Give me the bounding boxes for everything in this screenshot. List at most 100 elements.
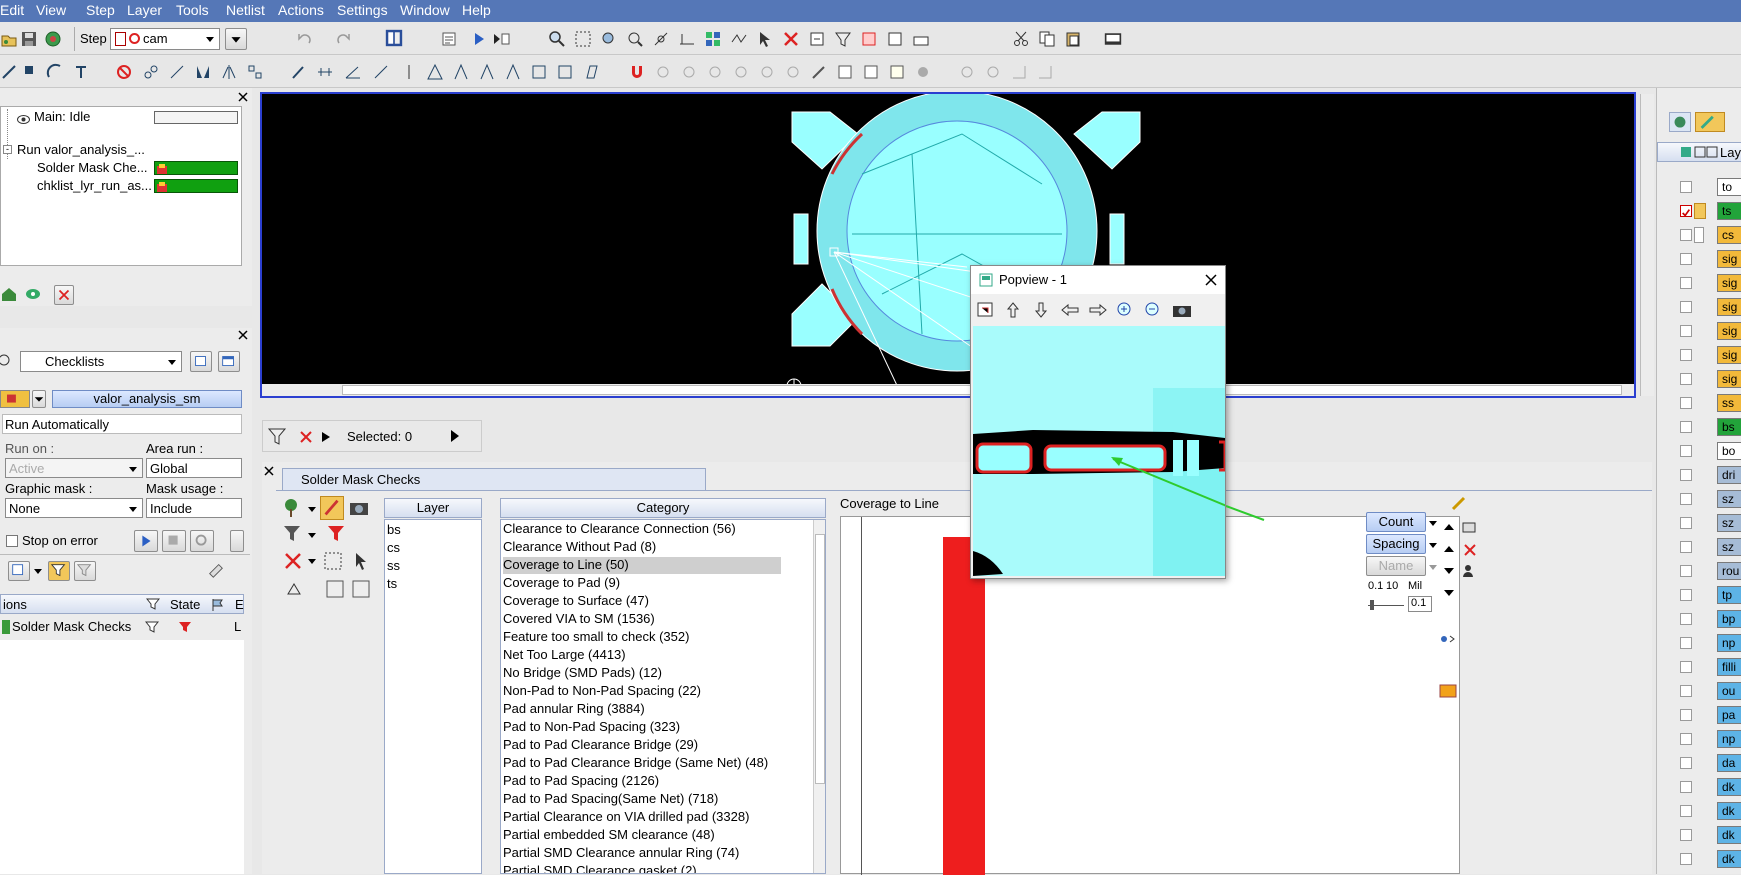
layer-row[interactable]: ts (387, 576, 397, 592)
stop-on-error-checkbox[interactable] (6, 535, 18, 547)
report-icon[interactable] (440, 30, 458, 48)
filter-icon[interactable] (145, 598, 161, 612)
category-row[interactable]: Clearance to Clearance Connection (56) (503, 521, 736, 537)
snap-mid-icon[interactable] (732, 63, 750, 81)
layer-affected-icon[interactable] (1694, 227, 1704, 243)
pan-right-icon[interactable] (1087, 300, 1109, 320)
category-header[interactable]: Category (500, 498, 826, 518)
note-icon[interactable] (808, 30, 826, 48)
layer-row[interactable]: ss (387, 558, 400, 574)
chevron-down-icon[interactable] (1428, 538, 1438, 552)
close-icon[interactable] (236, 328, 250, 342)
layer-item[interactable]: to (1717, 178, 1741, 196)
run-on-combo[interactable]: Active (5, 458, 143, 478)
up-arrow-icon[interactable] (1442, 542, 1456, 556)
layer-checkbox[interactable] (1680, 349, 1692, 361)
step-combo[interactable]: cam (110, 28, 220, 50)
snap-skeleton-icon[interactable] (784, 63, 802, 81)
pointer-icon[interactable] (350, 550, 374, 572)
tree-icon[interactable] (282, 497, 306, 519)
tag-icon[interactable] (1438, 682, 1458, 700)
snap-icon[interactable] (652, 30, 670, 48)
pan-left-icon[interactable] (1059, 300, 1081, 320)
scissors-icon[interactable] (1012, 30, 1030, 48)
layer-checkbox[interactable] (1680, 589, 1692, 601)
graphic-mask-combo[interactable]: None (5, 498, 143, 518)
layer-item[interactable]: sig (1717, 274, 1741, 292)
mask-usage-field[interactable]: Include (146, 498, 242, 518)
layer-checkbox[interactable] (1680, 733, 1692, 745)
export-icon[interactable] (886, 30, 904, 48)
layer-checkbox[interactable] (1680, 373, 1692, 385)
category-row[interactable]: Feature too small to check (352) (503, 629, 689, 645)
layer-checkbox[interactable] (1680, 397, 1692, 409)
chevron-down-icon[interactable] (307, 528, 317, 542)
save-icon[interactable] (20, 30, 38, 48)
print-icon[interactable] (1460, 518, 1478, 536)
list-run-icon[interactable] (492, 30, 510, 48)
layer-item[interactable]: rou (1717, 562, 1741, 580)
name-button[interactable]: Name (1366, 556, 1426, 576)
snap-grid-icon[interactable] (654, 63, 672, 81)
layer-checkbox[interactable] (1680, 181, 1692, 193)
spacing-button[interactable]: Spacing (1366, 534, 1426, 554)
undo-icon[interactable] (295, 30, 313, 48)
category-row[interactable]: Covered VIA to SM (1536) (503, 611, 655, 627)
highlight-button[interactable] (320, 496, 344, 520)
layer-item[interactable]: dk (1717, 802, 1741, 820)
horizontal-scrollbar[interactable] (262, 384, 1634, 396)
expand-icon[interactable] (448, 422, 462, 450)
category-row[interactable]: Pad to Pad Clearance Bridge (Same Net) (… (503, 755, 768, 771)
globe-icon[interactable] (44, 30, 62, 48)
menu-tools[interactable]: Tools (176, 2, 209, 18)
snap-edge-icon[interactable] (706, 63, 724, 81)
category-row[interactable]: Non-Pad to Non-Pad Spacing (22) (503, 683, 701, 699)
step-menu-button[interactable] (225, 28, 247, 50)
edit-note-icon[interactable] (888, 63, 906, 81)
layer-checkbox[interactable] (1680, 205, 1692, 217)
angle-icon[interactable] (344, 63, 362, 81)
layer-checkbox[interactable] (1680, 709, 1692, 721)
open-job-icon[interactable] (0, 30, 18, 48)
measure-height-icon[interactable] (556, 63, 574, 81)
category-row[interactable]: Pad to Pad Clearance Bridge (29) (503, 737, 698, 753)
layers-tab-icon[interactable] (1669, 112, 1691, 132)
edit-icon[interactable] (324, 578, 348, 600)
layer-row[interactable]: cs (387, 540, 400, 556)
mirror-icon[interactable] (220, 63, 238, 81)
layer-checkbox[interactable] (1680, 757, 1692, 769)
play-icon[interactable] (321, 431, 331, 443)
zoom-fit-icon[interactable] (626, 30, 644, 48)
redo-icon[interactable] (335, 30, 353, 48)
collapse-icon[interactable]: - (3, 145, 12, 154)
solder-mask-run-item[interactable]: Solder Mask Che... (37, 160, 148, 175)
category-scrollbar[interactable] (813, 520, 825, 873)
move-icon[interactable] (958, 63, 976, 81)
category-row[interactable]: Pad annular Ring (3884) (503, 701, 645, 717)
chain-icon[interactable] (142, 63, 160, 81)
select-area-icon[interactable] (574, 30, 592, 48)
stop-button[interactable] (162, 530, 186, 552)
copy-icon[interactable] (1038, 30, 1056, 48)
layer-item[interactable]: np (1717, 730, 1741, 748)
category-row[interactable]: Clearance Without Pad (8) (503, 539, 656, 555)
zoom-out-icon[interactable] (1143, 300, 1163, 320)
zoom-icon[interactable] (548, 30, 566, 48)
grid-select-icon[interactable] (322, 550, 346, 572)
layer-item[interactable]: ou (1717, 682, 1741, 700)
chevron-down-icon[interactable] (1428, 560, 1438, 574)
filter-icon[interactable] (834, 30, 852, 48)
camera-icon[interactable] (348, 497, 372, 519)
more-icon[interactable] (232, 561, 246, 581)
measure-icon[interactable] (678, 30, 696, 48)
layer-checkbox[interactable] (1680, 565, 1692, 577)
spacing-slider[interactable] (1368, 600, 1404, 610)
chevron-down-icon[interactable] (203, 31, 217, 47)
layer-item[interactable]: dk (1717, 850, 1741, 868)
open-checklist-button[interactable] (190, 351, 212, 372)
layer-checkbox[interactable] (1680, 805, 1692, 817)
layer-item[interactable]: dk (1717, 778, 1741, 796)
layer-checkbox[interactable] (1680, 277, 1692, 289)
select-action-button[interactable] (8, 561, 30, 581)
layer-checkbox[interactable] (1680, 325, 1692, 337)
